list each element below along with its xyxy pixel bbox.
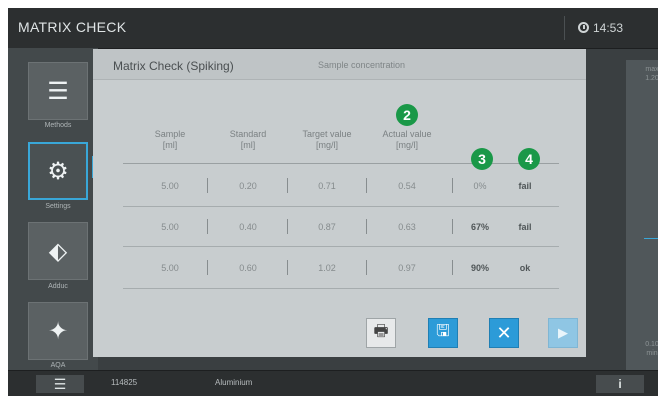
cell-target: 0.87 xyxy=(318,222,336,232)
print-icon: 🖶 xyxy=(373,322,389,340)
cell-separator xyxy=(452,178,453,193)
cell-separator xyxy=(452,219,453,234)
sidebar-label-settings: Settings xyxy=(45,203,71,210)
column-header-target-unit: [mg/l] xyxy=(315,140,338,150)
top-bar: MATRIX CHECK 14:53 xyxy=(8,8,658,49)
cell-target: 1.02 xyxy=(318,263,336,273)
column-header-standard-unit: [ml] xyxy=(240,140,256,150)
cell-separator xyxy=(366,260,367,275)
cell-separator xyxy=(366,219,367,234)
column-header-standard-label: Standard xyxy=(229,129,267,139)
row-divider xyxy=(123,206,559,207)
cell-separator xyxy=(452,260,453,275)
info-icon: i xyxy=(618,377,622,391)
sidebar-label-methods: Methods xyxy=(44,122,72,129)
cell-separator xyxy=(287,219,288,234)
save-icon: 🖫 xyxy=(436,322,450,340)
clock-icon xyxy=(578,22,589,33)
column-header-standard: Standard [ml] xyxy=(218,129,278,151)
cell-separator xyxy=(287,178,288,193)
sidebar-item-methods[interactable]: ☰ xyxy=(28,62,88,120)
sidebar-label-aqa: AQA xyxy=(50,362,66,369)
cell-recovery: 0% xyxy=(473,181,487,191)
column-header-target: Target value [mg/l] xyxy=(292,129,362,151)
cell-sample: 5.00 xyxy=(161,222,179,232)
callout-badge: 2 xyxy=(396,104,418,126)
cell-standard: 0.40 xyxy=(239,222,257,232)
cell-separator xyxy=(366,178,367,193)
clock-time: 14:53 xyxy=(593,21,624,35)
row-divider xyxy=(123,246,559,247)
sparkle-icon: ✦ xyxy=(47,317,69,345)
cell-actual: 0.63 xyxy=(398,222,416,232)
top-bar-divider xyxy=(564,16,565,40)
cell-result: fail xyxy=(518,222,532,232)
cell-separator xyxy=(207,219,208,234)
callout-badge: 3 xyxy=(471,148,493,170)
row-divider xyxy=(123,288,559,289)
cell-sample: 5.00 xyxy=(161,181,179,191)
close-icon: ✕ xyxy=(496,322,512,343)
callout-badge: 4 xyxy=(518,148,540,170)
cell-separator xyxy=(207,178,208,193)
cell-actual: 0.97 xyxy=(398,263,416,273)
hamburger-icon: ☰ xyxy=(53,375,67,392)
column-header-sample: Sample [ml] xyxy=(141,129,199,151)
cell-actual: 0.54 xyxy=(398,181,416,191)
cell-standard: 0.20 xyxy=(239,181,257,191)
branch-icon: ⬖ xyxy=(48,237,68,265)
column-header-sample-label: Sample xyxy=(154,129,186,139)
column-header-actual: Actual value [mg/l] xyxy=(372,129,442,151)
sidebar-item-adduc[interactable]: ⬖ xyxy=(28,222,88,280)
scale-marker xyxy=(644,238,658,239)
scale-max-value: 1.20 xyxy=(645,75,658,82)
sidebar-item-aqa[interactable]: ✦ xyxy=(28,302,88,360)
sidebar-label-adduc: Adduc xyxy=(48,283,68,290)
play-icon: ▶ xyxy=(558,325,568,340)
cell-separator xyxy=(287,260,288,275)
cell-separator xyxy=(207,260,208,275)
cell-sample: 5.00 xyxy=(161,263,179,273)
list-icon: ☰ xyxy=(47,77,69,105)
column-header-target-label: Target value xyxy=(302,129,352,139)
cell-standard: 0.60 xyxy=(239,263,257,273)
panel-header: Matrix Check (Spiking) Sample concentrat… xyxy=(93,49,586,80)
table-header-divider xyxy=(123,163,559,164)
cell-result: fail xyxy=(518,181,532,191)
scale-min-label: min xyxy=(646,350,658,357)
matrix-check-panel: Matrix Check (Spiking) Sample concentrat… xyxy=(93,49,586,357)
menu-button[interactable]: ☰ xyxy=(36,375,84,393)
bottom-bar: ☰ 114825 Aluminium i xyxy=(8,370,658,396)
save-button[interactable]: 🖫 xyxy=(428,318,458,348)
sidebar: ☰ Methods ⚙ Settings ⬖ Adduc ✦ AQA xyxy=(8,48,98,370)
app-title: MATRIX CHECK xyxy=(18,19,127,35)
panel-subtitle[interactable]: Sample concentration xyxy=(318,60,405,70)
cell-recovery: 90% xyxy=(470,263,489,273)
scale-max-label: max xyxy=(645,66,658,73)
scale-max: max 1.20 xyxy=(638,65,658,83)
scale-bar[interactable] xyxy=(626,60,658,370)
scale-min: 0.10 min xyxy=(638,340,658,358)
cell-result: ok xyxy=(519,263,531,273)
info-button[interactable]: i xyxy=(596,375,644,393)
column-header-actual-unit: [mg/l] xyxy=(395,140,418,150)
next-button[interactable]: ▶ xyxy=(548,318,578,348)
panel-title: Matrix Check (Spiking) xyxy=(113,59,234,73)
column-header-actual-label: Actual value xyxy=(382,129,432,139)
column-header-sample-unit: [ml] xyxy=(162,140,178,150)
cell-recovery: 67% xyxy=(470,222,489,232)
scale-min-value: 0.10 xyxy=(645,341,658,348)
parameter-name: Aluminium xyxy=(215,378,253,387)
cell-target: 0.71 xyxy=(318,181,336,191)
print-button[interactable]: 🖶 xyxy=(366,318,396,348)
method-code: 114825 xyxy=(111,378,138,387)
cancel-button[interactable]: ✕ xyxy=(489,318,519,348)
gear-icon: ⚙ xyxy=(47,157,69,185)
sidebar-item-settings[interactable]: ⚙ xyxy=(28,142,88,200)
